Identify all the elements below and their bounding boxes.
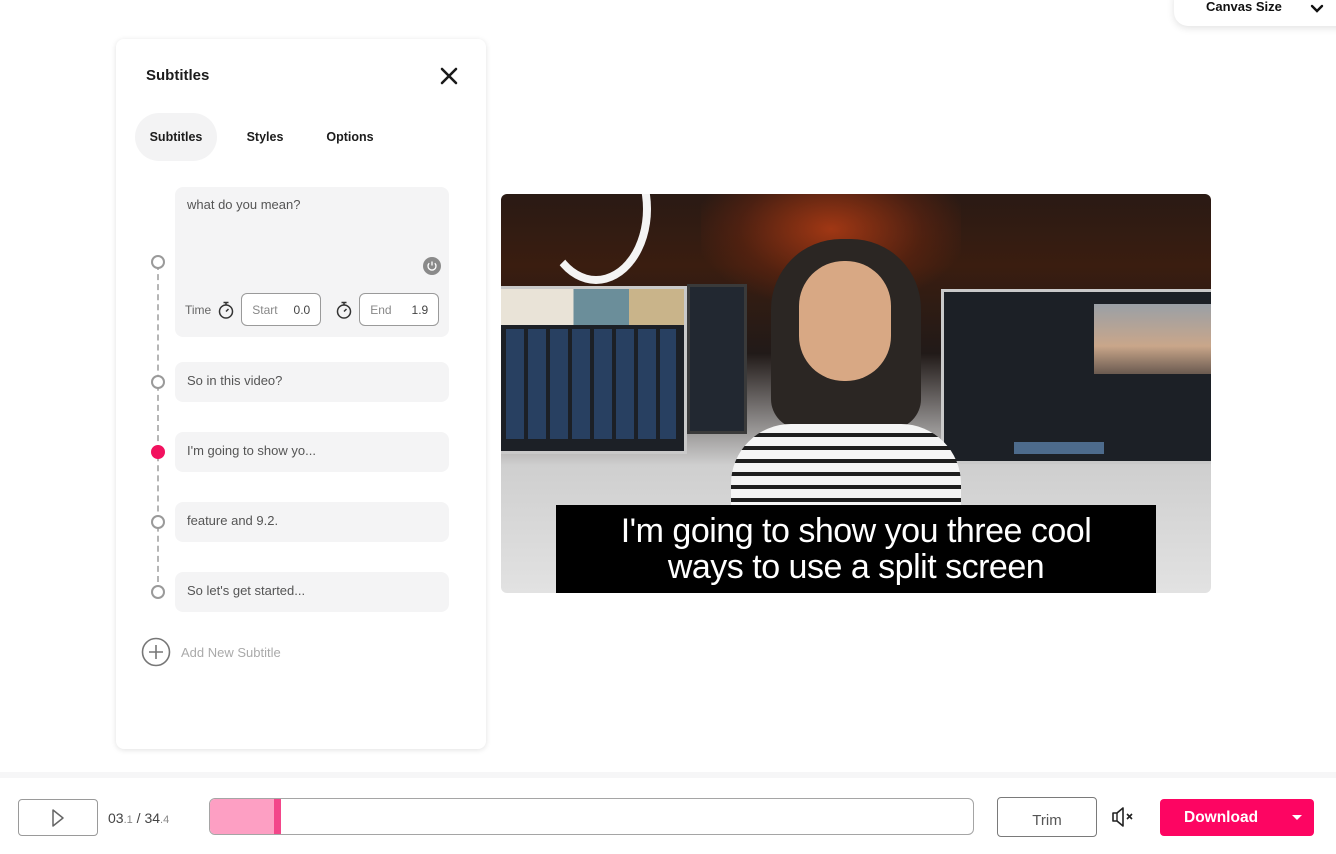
subtitle-card-expanded[interactable]: what do you mean? Time Start 0.0 End 1.9 [175,187,449,337]
caption-line-2: ways to use a split screen [667,548,1045,586]
subtitle-text: I'm going to show yo... [187,443,316,458]
video-preview[interactable]: I'm going to show you three cool ways to… [501,194,1211,593]
stopwatch-icon [336,301,352,319]
subtitle-card[interactable]: I'm going to show yo... [175,432,449,472]
time-separator: / [132,810,145,826]
caret-down-icon[interactable] [1292,815,1302,820]
close-icon[interactable] [438,65,460,87]
start-time-input[interactable]: Start 0.0 [241,293,322,326]
timeline-node[interactable] [151,375,165,389]
bottom-bar-divider [0,772,1336,778]
subtitle-text[interactable]: what do you mean? [187,197,300,212]
panel-title: Subtitles [146,67,210,84]
stopwatch-icon [218,301,234,319]
subtitles-panel: Subtitles Subtitles Styles Options what … [116,39,486,749]
start-value: 0.0 [293,302,311,317]
tab-options[interactable]: Options [313,113,387,161]
time-readout: 03.1 / 34.4 [108,810,169,826]
timeline-progress-bar[interactable] [209,798,974,835]
chevron-down-icon [1310,4,1324,13]
end-placeholder: End [370,302,392,317]
total-time-frac: .4 [160,814,170,826]
trim-button[interactable]: Trim [997,797,1097,837]
ring-light [541,194,651,284]
timeline-node[interactable] [151,585,165,599]
subtitle-text: So let's get started... [187,583,306,598]
plus-circle-icon [141,637,171,667]
tab-styles[interactable]: Styles [217,113,313,161]
total-time: 34 [144,810,161,826]
progress-fill [210,799,279,834]
timeline-node[interactable] [151,255,165,269]
add-subtitle-button[interactable]: Add New Subtitle [141,637,281,667]
download-button[interactable]: Download [1160,799,1314,836]
timeline-line [157,264,159,592]
subtitle-card[interactable]: So let's get started... [175,572,449,612]
tab-subtitles[interactable]: Subtitles [135,113,217,161]
subtitle-card[interactable]: feature and 9.2. [175,502,449,542]
time-label: Time [185,302,212,317]
timeline-node[interactable] [151,515,165,529]
play-button[interactable] [18,799,98,836]
monitor-left [501,286,687,454]
add-subtitle-label: Add New Subtitle [181,644,281,660]
timeline-node-active[interactable] [151,445,165,459]
mute-icon[interactable] [1110,806,1138,828]
subtitle-text: feature and 9.2. [187,513,279,528]
canvas-size-label: Canvas Size [1206,0,1282,14]
end-value: 1.9 [411,302,429,317]
monitor-right [941,289,1211,464]
panel-tabs: Subtitles Styles Options [135,113,387,161]
canvas-size-dropdown[interactable]: Canvas Size [1174,0,1336,26]
caption-line-1: I'm going to show you three cool [620,512,1092,550]
subtitle-caption: I'm going to show you three cool ways to… [556,505,1156,593]
current-time-frac: .1 [123,814,133,826]
subtitle-card[interactable]: So in this video? [175,362,449,402]
download-label: Download [1184,809,1259,826]
power-icon[interactable] [423,257,441,275]
end-time-input[interactable]: End 1.9 [359,293,440,326]
playhead-handle[interactable] [274,799,281,834]
time-row: Time Start 0.0 End 1.9 [185,293,440,326]
subtitle-text: So in this video? [187,373,283,388]
play-icon [52,808,64,827]
current-time: 03 [108,810,124,826]
start-placeholder: Start [252,302,278,317]
